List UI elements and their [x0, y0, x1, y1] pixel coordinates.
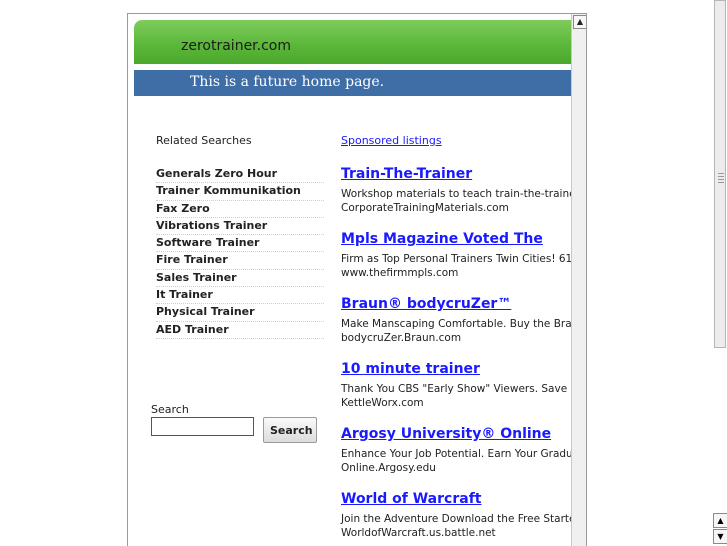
ad-description: Join the Adventure Download the Free Sta…: [341, 513, 587, 525]
ad-url: Online.Argosy.edu: [341, 462, 436, 474]
ad-description: Thank You CBS "Early Show" Viewers. Save…: [341, 383, 582, 395]
grip-icon: [718, 173, 724, 183]
related-link[interactable]: AED Trainer: [156, 322, 324, 339]
page-scrollbar-thumb[interactable]: [714, 0, 726, 348]
related-link[interactable]: It Trainer: [156, 287, 324, 305]
ad-url: bodycruZer.Braun.com: [341, 332, 462, 344]
ad-item: Argosy University® Online Enhance Your J…: [341, 426, 580, 491]
ad-item: Braun® bodycruZer™ Make Manscaping Comfo…: [341, 296, 585, 361]
related-link[interactable]: Vibrations Trainer: [156, 218, 324, 236]
ad-description: Make Manscaping Comfortable. Buy the Bra…: [341, 318, 585, 330]
ad-title-link[interactable]: Argosy University® Online: [341, 426, 571, 446]
ad-list: Train-The-Trainer Workshop materials to …: [341, 166, 587, 546]
related-link[interactable]: Fax Zero: [156, 201, 324, 218]
search-button[interactable]: Search: [263, 417, 317, 443]
search-label: Search: [151, 403, 189, 416]
sponsored-listings-link[interactable]: Sponsored listings: [341, 134, 442, 147]
related-link[interactable]: Fire Trainer: [156, 252, 324, 270]
related-searches-title: Related Searches: [156, 134, 252, 147]
page-scrollbar[interactable]: ▲ ▼: [713, 0, 727, 545]
ad-description: Workshop materials to teach train-the-tr…: [341, 188, 587, 200]
scroll-up-icon[interactable]: ▲: [573, 15, 586, 29]
related-link[interactable]: Software Trainer: [156, 235, 324, 253]
scroll-up-icon[interactable]: ▲: [713, 513, 727, 528]
ad-title-link[interactable]: Train-The-Trainer: [341, 166, 571, 186]
related-link[interactable]: Generals Zero Hour: [156, 166, 324, 184]
ad-title-link[interactable]: World of Warcraft: [341, 491, 571, 511]
ad-description: Enhance Your Job Potential. Earn Your Gr…: [341, 448, 580, 460]
frame-scrollbar[interactable]: ▲: [571, 14, 586, 546]
ad-item: World of Warcraft Join the Adventure Dow…: [341, 491, 587, 546]
related-link[interactable]: Physical Trainer: [156, 304, 324, 322]
site-name: zerotrainer.com: [181, 38, 291, 54]
ad-url: WorldofWarcraft.us.battle.net: [341, 527, 496, 539]
ad-title-link[interactable]: Braun® bodycruZer™: [341, 296, 571, 316]
site-tagline: This is a future home page.: [190, 74, 385, 90]
tagline-band: This is a future home page.: [134, 70, 574, 96]
page-frame: zerotrainer.com This is a future home pa…: [127, 13, 587, 546]
ad-item: Train-The-Trainer Workshop materials to …: [341, 166, 587, 231]
ad-item: Mpls Magazine Voted The Firm as Top Pers…: [341, 231, 579, 296]
search-input[interactable]: [151, 417, 254, 436]
scroll-down-icon[interactable]: ▼: [713, 529, 727, 544]
ad-title-link[interactable]: 10 minute trainer: [341, 361, 571, 381]
ad-description: Firm as Top Personal Trainers Twin Citie…: [341, 253, 579, 265]
site-header: zerotrainer.com: [134, 20, 574, 64]
related-searches-list: Generals Zero Hour Trainer Kommunikation…: [156, 166, 324, 339]
related-link[interactable]: Trainer Kommunikation: [156, 183, 324, 201]
ad-url: KettleWorx.com: [341, 397, 424, 409]
ad-url: www.thefirmmpls.com: [341, 267, 459, 279]
related-link[interactable]: Sales Trainer: [156, 270, 324, 288]
ad-title-link[interactable]: Mpls Magazine Voted The: [341, 231, 571, 251]
ad-url: CorporateTrainingMaterials.com: [341, 202, 509, 214]
ad-item: 10 minute trainer Thank You CBS "Early S…: [341, 361, 582, 426]
